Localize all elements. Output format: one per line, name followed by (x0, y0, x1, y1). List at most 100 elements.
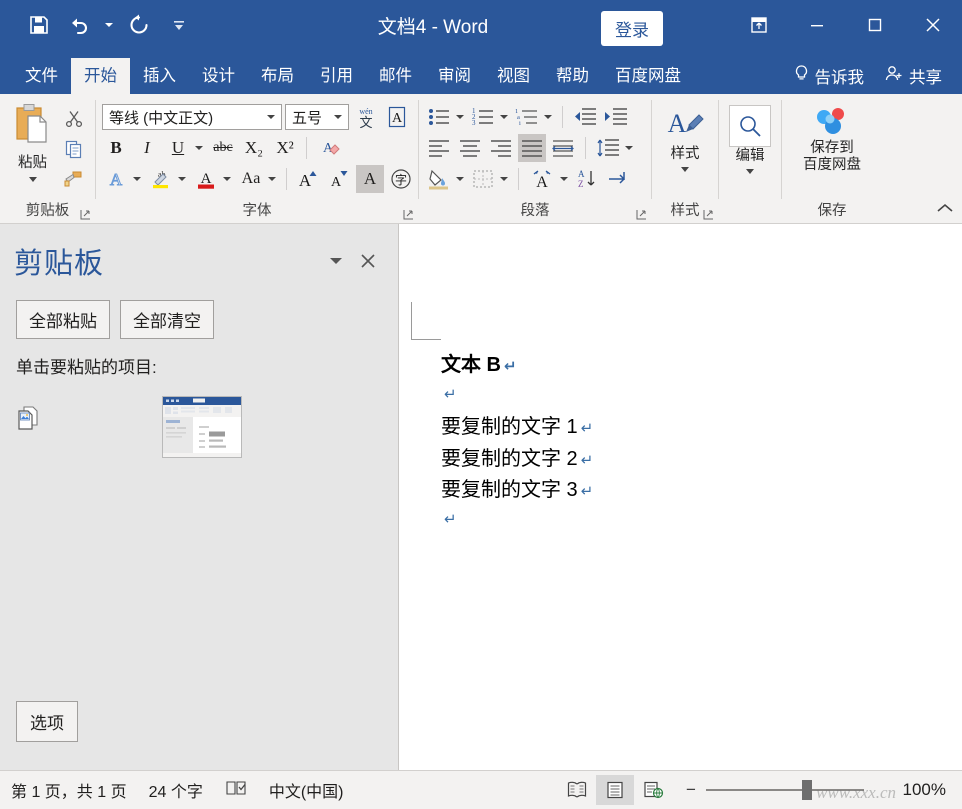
styles-button[interactable]: A 样式 (658, 101, 712, 172)
tab-insert[interactable]: 插入 (130, 58, 189, 94)
language-indicator[interactable]: 中文(中国) (258, 778, 355, 802)
tab-design[interactable]: 设计 (189, 58, 248, 94)
subscript-button[interactable]: X₂ (240, 134, 268, 162)
minimize-icon[interactable] (788, 0, 846, 50)
borders-button[interactable] (469, 165, 497, 193)
highlight-split-button[interactable]: ab (147, 165, 189, 193)
editing-dropdown-icon[interactable] (746, 169, 754, 174)
grow-font-button[interactable]: A (294, 165, 322, 193)
character-border-button[interactable]: A (383, 103, 411, 131)
underline-button[interactable]: U (164, 134, 192, 162)
borders-dropdown-icon[interactable] (497, 165, 510, 193)
bullets-split-button[interactable] (425, 103, 466, 131)
sort-button[interactable]: AZ (573, 165, 601, 193)
zoom-slider[interactable] (706, 789, 864, 791)
show-marks-button[interactable] (604, 165, 632, 193)
clipboard-dialog-launcher[interactable] (80, 209, 91, 220)
zoom-out-button[interactable]: − (682, 780, 700, 800)
clear-formatting-button[interactable]: A (314, 134, 344, 162)
doc-paragraph-3[interactable]: 要复制的文字 1↵ (441, 410, 593, 439)
text-highlight-button[interactable]: ab (147, 165, 175, 193)
numbering-split-button[interactable]: 123 (469, 103, 510, 131)
tab-file[interactable]: 文件 (12, 58, 71, 94)
font-dialog-launcher[interactable] (403, 209, 414, 220)
collapse-ribbon-button[interactable] (936, 201, 954, 219)
web-layout-view-button[interactable] (634, 775, 672, 805)
paste-button[interactable]: 粘贴 (6, 101, 59, 182)
read-mode-view-button[interactable] (558, 775, 596, 805)
tab-layout[interactable]: 布局 (248, 58, 307, 94)
line-spacing-button[interactable] (594, 134, 622, 162)
editing-button[interactable]: 编辑 (725, 101, 775, 174)
tab-references[interactable]: 引用 (307, 58, 366, 94)
paste-dropdown-icon[interactable] (29, 177, 37, 182)
character-shading-button[interactable]: A (356, 165, 384, 193)
close-icon[interactable] (904, 0, 962, 50)
text-effects-split-button[interactable]: A (102, 165, 144, 193)
change-case-split-button[interactable]: Aa (237, 165, 279, 193)
tell-me-button[interactable]: 告诉我 (783, 58, 875, 94)
page-indicator[interactable]: 第 1 页，共 1 页 (0, 778, 138, 802)
underline-dropdown-icon[interactable] (192, 134, 206, 162)
align-center-button[interactable] (456, 134, 484, 162)
decrease-indent-button[interactable] (571, 103, 599, 131)
cn-layout-dropdown-icon[interactable] (557, 165, 570, 193)
doc-paragraph-4[interactable]: 要复制的文字 2↵ (441, 442, 593, 471)
numbering-dropdown-icon[interactable] (497, 103, 510, 131)
share-button[interactable]: 共享 (874, 58, 952, 94)
format-painter-button[interactable] (59, 165, 89, 193)
maximize-icon[interactable] (846, 0, 904, 50)
zoom-level[interactable]: 100% (894, 780, 950, 800)
enclose-character-button[interactable]: 字 (387, 165, 415, 193)
proofing-errors-icon[interactable] (214, 779, 258, 802)
highlight-dropdown-icon[interactable] (175, 165, 189, 193)
tab-help[interactable]: 帮助 (543, 58, 602, 94)
multilevel-list-button[interactable]: 1ai (513, 103, 541, 131)
line-spacing-dropdown-icon[interactable] (622, 134, 635, 162)
underline-split-button[interactable]: U (164, 134, 206, 162)
doc-paragraph-1[interactable]: 文本 B↵ (441, 348, 517, 377)
increase-indent-button[interactable] (602, 103, 630, 131)
doc-paragraph-6[interactable]: ↵ (441, 507, 457, 530)
document-area[interactable]: 文本 B↵ ↵ 要复制的文字 1↵ 要复制的文字 2↵ 要复制的文字 3↵ (399, 224, 962, 770)
tab-baidu-netdisk[interactable]: 百度网盘 (602, 58, 694, 94)
distribute-button[interactable] (549, 134, 577, 162)
superscript-button[interactable]: X² (271, 134, 299, 162)
list-item[interactable] (10, 392, 388, 462)
chinese-layout-button[interactable]: A (527, 165, 557, 193)
zoom-slider-thumb[interactable] (802, 780, 812, 800)
styles-dropdown-icon[interactable] (681, 167, 689, 172)
sign-in-button[interactable]: 登录 (601, 11, 663, 46)
text-effects-dropdown-icon[interactable] (130, 165, 144, 193)
tab-home[interactable]: 开始 (71, 58, 130, 94)
tab-mailings[interactable]: 邮件 (366, 58, 425, 94)
chevron-down-icon[interactable] (330, 115, 346, 119)
ribbon-display-options-icon[interactable] (730, 0, 788, 50)
shading-button[interactable] (425, 165, 453, 193)
italic-button[interactable]: I (133, 134, 161, 162)
justify-button[interactable] (518, 134, 546, 162)
print-layout-view-button[interactable] (596, 775, 634, 805)
word-count[interactable]: 24 个字 (138, 778, 214, 802)
tab-review[interactable]: 审阅 (425, 58, 484, 94)
multilevel-dropdown-icon[interactable] (541, 103, 554, 131)
copy-button[interactable] (59, 135, 89, 163)
shrink-font-button[interactable]: A (325, 165, 353, 193)
bold-button[interactable]: B (102, 134, 130, 162)
clipboard-options-button[interactable]: 选项 (16, 701, 78, 742)
strikethrough-button[interactable]: abc (209, 134, 237, 162)
clear-all-button[interactable]: 全部清空 (120, 300, 214, 339)
tab-view[interactable]: 视图 (484, 58, 543, 94)
cn-layout-split-button[interactable]: A (527, 165, 570, 193)
align-left-button[interactable] (425, 134, 453, 162)
font-name-combo[interactable]: 等线 (中文正文) (102, 104, 282, 130)
styles-dialog-launcher[interactable] (703, 209, 714, 220)
line-spacing-split-button[interactable] (594, 134, 635, 162)
cut-button[interactable] (59, 105, 89, 133)
paste-all-button[interactable]: 全部粘贴 (16, 300, 110, 339)
multilevel-split-button[interactable]: 1ai (513, 103, 554, 131)
phonetic-guide-button[interactable]: wén文 (352, 103, 380, 131)
close-icon[interactable] (352, 246, 384, 276)
numbering-button[interactable]: 123 (469, 103, 497, 131)
font-color-button[interactable]: A (192, 165, 220, 193)
